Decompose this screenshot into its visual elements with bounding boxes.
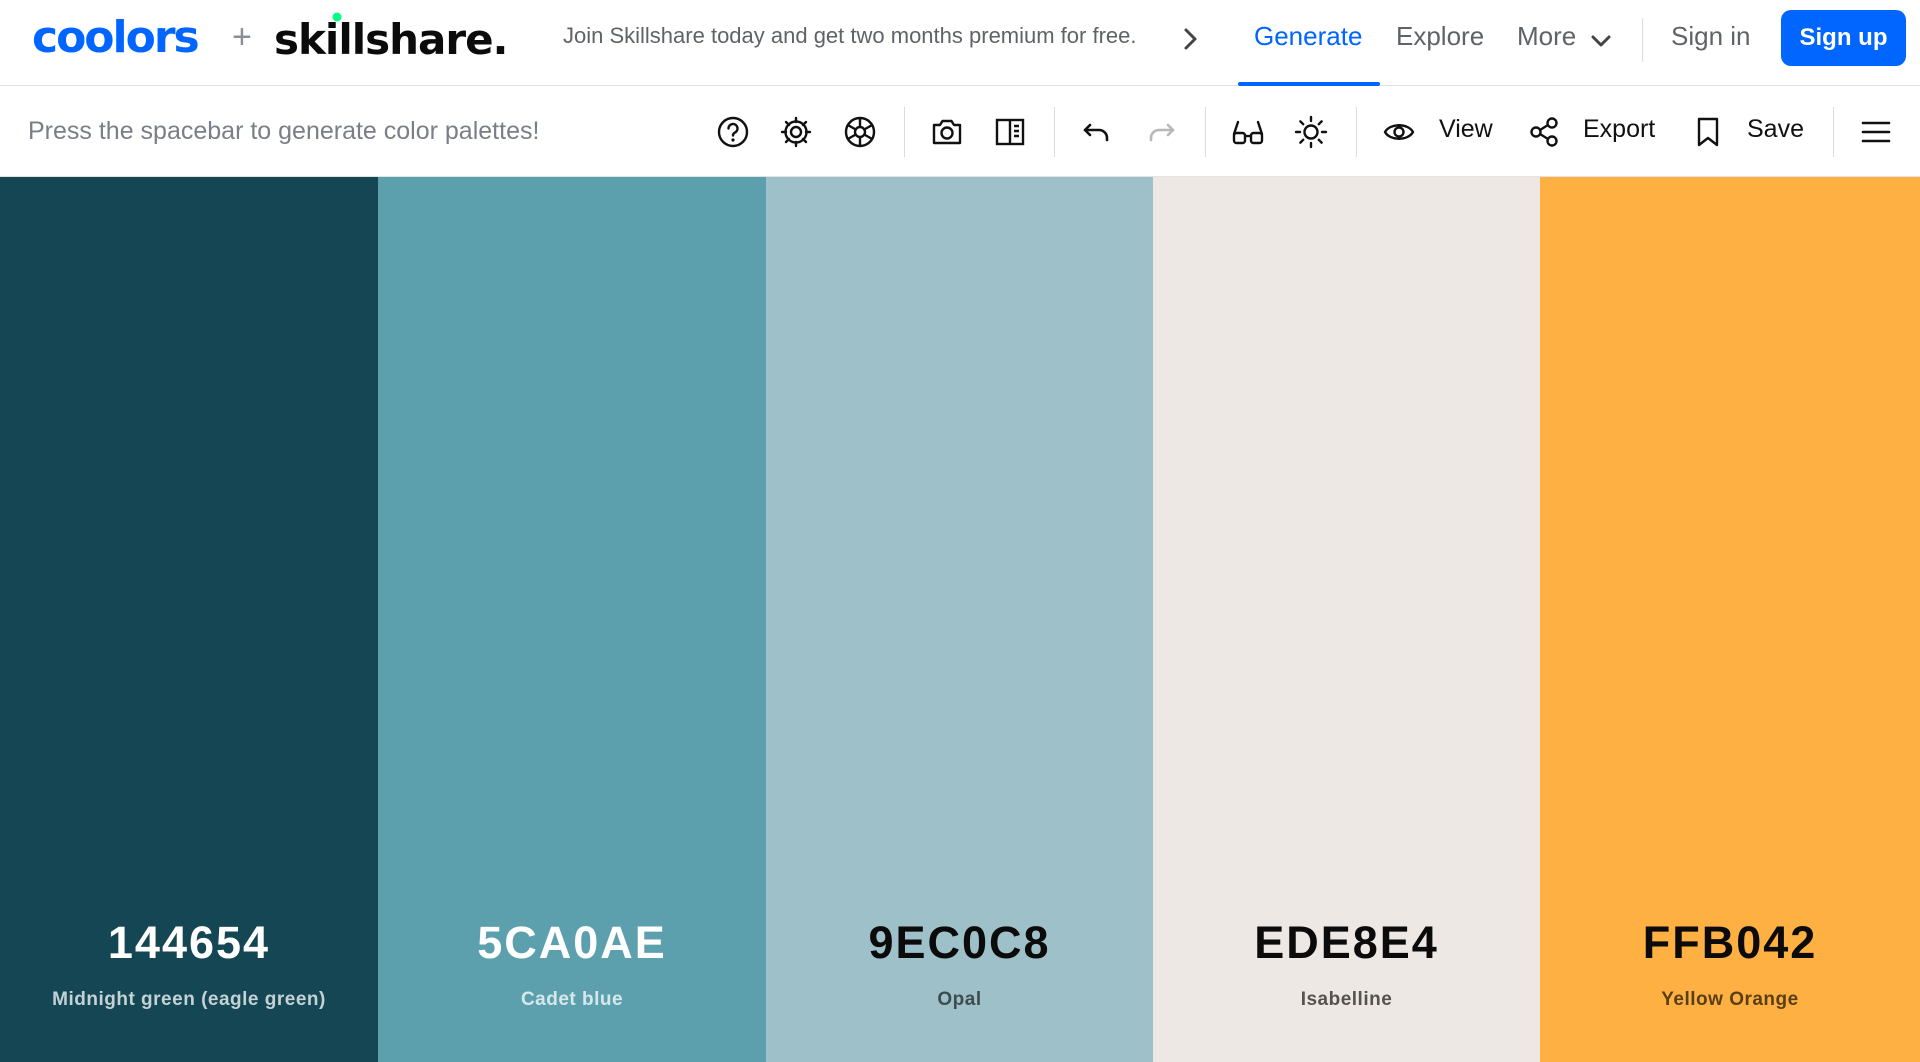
skillshare-logo-text: skillshare. <box>274 15 508 62</box>
export-button[interactable]: Export <box>1583 115 1655 144</box>
eye-icon[interactable] <box>1379 112 1419 152</box>
toolbar-divider <box>1356 107 1357 157</box>
coolors-logo-text: coolors <box>32 12 199 62</box>
toolbar-divider <box>904 107 905 157</box>
palette-toolbar: Press the spacebar to generate color pal… <box>0 87 1920 177</box>
sign-up-button[interactable]: Sign up <box>1781 10 1906 66</box>
brightness-icon[interactable] <box>1291 112 1331 152</box>
toolbar-divider <box>1054 107 1055 157</box>
settings-icon[interactable] <box>776 112 816 152</box>
sign-in-link[interactable]: Sign in <box>1671 21 1751 52</box>
skillshare-logo[interactable]: skillshare. <box>274 12 546 62</box>
nav-active-indicator <box>1238 82 1380 86</box>
camera-icon[interactable] <box>927 112 967 152</box>
color-name[interactable]: Midnight green (eagle green) <box>0 989 378 1011</box>
nav-more[interactable]: More <box>1517 21 1576 52</box>
color-name[interactable]: Yellow Orange <box>1540 989 1920 1011</box>
color-wheel-icon[interactable] <box>840 112 880 152</box>
color-hex-code[interactable]: 5CA0AE <box>378 917 766 969</box>
menu-icon[interactable] <box>1856 112 1896 152</box>
color-hex-code[interactable]: 9EC0C8 <box>766 917 1153 969</box>
plus-sign: + <box>232 18 252 56</box>
color-swatch[interactable]: FFB042 Yellow Orange <box>1540 177 1920 1062</box>
share-icon[interactable] <box>1524 112 1564 152</box>
nav-explore[interactable]: Explore <box>1396 21 1484 52</box>
color-name[interactable]: Cadet blue <box>378 989 766 1011</box>
nav-divider <box>1642 18 1643 62</box>
nav-generate[interactable]: Generate <box>1254 21 1362 52</box>
top-nav: coolors + skillshare. Join Skillshare to… <box>0 0 1920 86</box>
color-swatch[interactable]: 144654 Midnight green (eagle green) <box>0 177 378 1062</box>
chevron-right-icon[interactable] <box>1178 24 1202 54</box>
spacebar-hint: Press the spacebar to generate color pal… <box>28 117 540 145</box>
bookmark-icon[interactable] <box>1688 112 1728 152</box>
save-button[interactable]: Save <box>1747 115 1804 144</box>
chevron-down-icon[interactable] <box>1588 30 1614 52</box>
color-hex-code[interactable]: FFB042 <box>1540 917 1920 969</box>
toolbar-divider <box>1833 107 1834 157</box>
toolbar-divider <box>1205 107 1206 157</box>
color-hex-code[interactable]: 144654 <box>0 917 378 969</box>
color-name[interactable]: Opal <box>766 989 1153 1011</box>
color-swatch[interactable]: EDE8E4 Isabelline <box>1153 177 1540 1062</box>
view-button[interactable]: View <box>1439 115 1493 144</box>
coolors-logo[interactable]: coolors <box>32 12 218 62</box>
color-name[interactable]: Isabelline <box>1153 989 1540 1011</box>
color-palette: 144654 Midnight green (eagle green) 5CA0… <box>0 177 1920 1062</box>
side-panel-icon[interactable] <box>990 112 1030 152</box>
color-hex-code[interactable]: EDE8E4 <box>1153 917 1540 969</box>
undo-icon[interactable] <box>1077 112 1117 152</box>
color-swatch[interactable]: 9EC0C8 Opal <box>766 177 1153 1062</box>
promo-text[interactable]: Join Skillshare today and get two months… <box>563 23 1137 49</box>
help-icon[interactable] <box>713 112 753 152</box>
redo-icon[interactable] <box>1141 112 1181 152</box>
glasses-icon[interactable] <box>1228 112 1268 152</box>
color-swatch[interactable]: 5CA0AE Cadet blue <box>378 177 766 1062</box>
